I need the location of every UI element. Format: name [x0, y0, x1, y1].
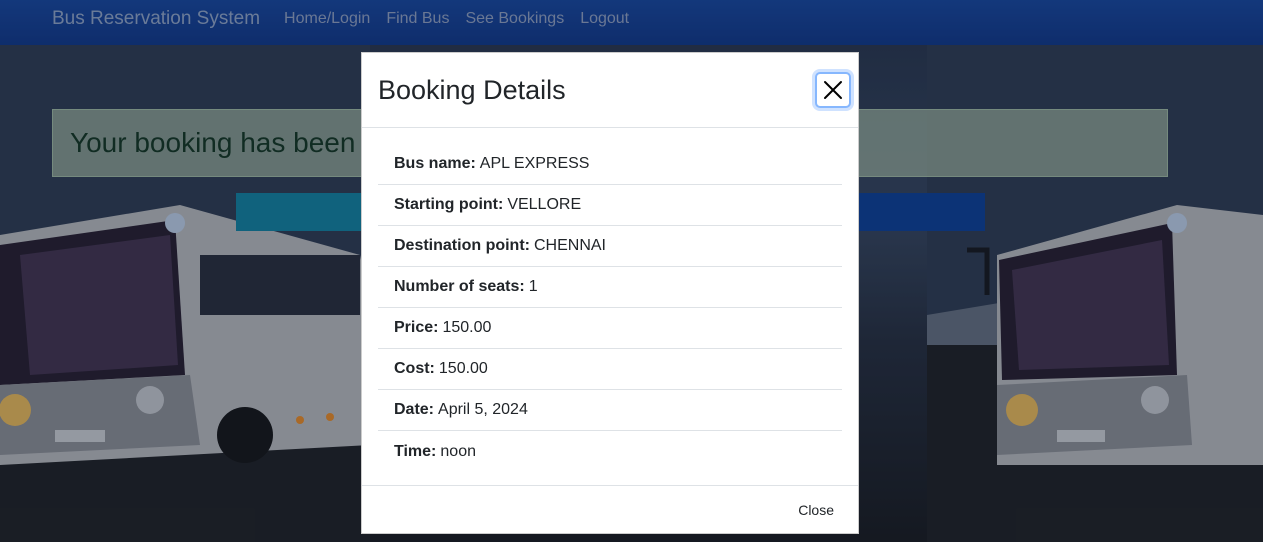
modal-footer: Close	[362, 485, 858, 533]
detail-value: 1	[528, 278, 538, 295]
detail-row-destination-point: Destination point: CHENNAI	[378, 226, 842, 267]
detail-label: Cost:	[394, 360, 435, 377]
close-button[interactable]: Close	[798, 502, 834, 518]
detail-value: 150.00	[442, 319, 492, 336]
detail-value: noon	[440, 442, 476, 460]
close-icon	[824, 81, 842, 99]
modal-close-button[interactable]	[815, 72, 851, 108]
detail-row-price: Price: 150.00	[378, 308, 842, 349]
modal-header: Booking Details	[362, 53, 858, 128]
detail-value: CHENNAI	[533, 237, 606, 254]
detail-value: 150.00	[438, 360, 488, 377]
detail-value: April 5, 2024	[438, 401, 528, 418]
detail-row-number-of-seats: Number of seats: 1	[378, 267, 842, 308]
detail-label: Date:	[394, 401, 435, 418]
detail-row-time: Time: noon	[378, 431, 842, 472]
detail-row-date: Date: April 5, 2024	[378, 390, 842, 431]
detail-label: Time:	[394, 442, 437, 460]
detail-label: Price:	[394, 319, 439, 336]
modal-body: Bus name: APL EXPRESS Starting point: VE…	[362, 128, 858, 472]
detail-label: Bus name:	[394, 155, 476, 172]
detail-label: Starting point:	[394, 196, 504, 213]
detail-row-bus-name: Bus name: APL EXPRESS	[378, 144, 842, 185]
detail-row-starting-point: Starting point: VELLORE	[378, 185, 842, 226]
detail-value: APL EXPRESS	[479, 155, 590, 172]
detail-row-cost: Cost: 150.00	[378, 349, 842, 390]
detail-label: Number of seats:	[394, 278, 525, 295]
detail-value: VELLORE	[507, 196, 582, 213]
modal-title: Booking Details	[378, 74, 566, 105]
booking-details-modal: Booking Details Bus name: APL EXPRESS St…	[361, 52, 859, 534]
detail-label: Destination point:	[394, 237, 530, 254]
